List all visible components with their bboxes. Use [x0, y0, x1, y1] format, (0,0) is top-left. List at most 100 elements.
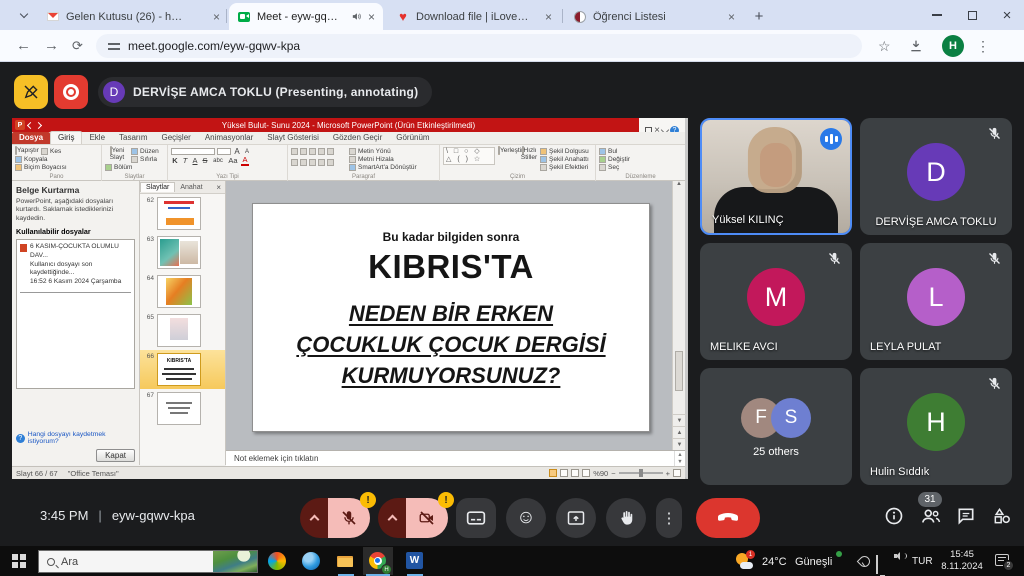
- window-minimize-button[interactable]: [920, 0, 954, 30]
- slide-thumbnail-row[interactable]: 65: [140, 311, 225, 350]
- ribbon-tab-gecisler[interactable]: Geçişler: [154, 132, 197, 144]
- ribbon-tab-dosya[interactable]: Dosya: [12, 132, 50, 144]
- recovery-file-list[interactable]: 6 KASIM-ÇOCUKTA OLUMLU DAV... Kullanıcı …: [16, 239, 135, 389]
- recording-button[interactable]: [54, 75, 88, 109]
- reload-button[interactable]: ⟳: [72, 36, 83, 56]
- change-case-button[interactable]: Aa: [227, 156, 239, 165]
- close-icon[interactable]: ×: [216, 183, 225, 192]
- shadow-button[interactable]: abc: [211, 158, 225, 164]
- cut-button[interactable]: Kes: [41, 147, 99, 155]
- back-button[interactable]: ←: [16, 36, 31, 56]
- notes-pane[interactable]: Not eklemek için tıklatın ▲▼: [226, 450, 685, 466]
- slide-thumbnail[interactable]: [157, 197, 201, 230]
- reset-button[interactable]: Sıfırla: [131, 155, 165, 163]
- slide-thumbnail-row[interactable]: 67: [140, 389, 225, 428]
- mic-options-button[interactable]: [300, 498, 328, 538]
- normal-view-button[interactable]: [549, 469, 557, 477]
- quick-styles-button[interactable]: Hızlı Stiller: [520, 147, 538, 161]
- zoom-in-button[interactable]: +: [666, 469, 670, 478]
- smartart-button[interactable]: SmartArt'a Dönüştür: [349, 163, 417, 171]
- close-icon[interactable]: ×: [545, 11, 552, 23]
- tile-melike-avci[interactable]: M MELIKE AVCI: [700, 243, 852, 360]
- tile-leyla-pulat[interactable]: L LEYLA PULAT: [860, 243, 1012, 360]
- font-color-button[interactable]: A: [241, 155, 249, 166]
- chrome-taskbar-button[interactable]: H: [363, 547, 393, 575]
- quick-access-toolbar[interactable]: P: [12, 120, 41, 130]
- redo-icon[interactable]: [35, 121, 42, 128]
- new-slide-button[interactable]: Yeni Slayt: [105, 147, 129, 161]
- site-settings-icon[interactable]: [108, 41, 120, 51]
- slide-scrollbar[interactable]: ▲ ▼ ▲ ▼: [672, 181, 685, 450]
- reading-view-button[interactable]: [571, 469, 579, 477]
- paste-button[interactable]: Yapıştır: [15, 147, 39, 154]
- search-highlight-image[interactable]: [213, 551, 257, 572]
- slide-thumbnail-row-selected[interactable]: 66 KIBRIS'TA: [140, 350, 225, 389]
- copilot-icon[interactable]: [268, 552, 286, 570]
- weather-temp[interactable]: 24°C: [762, 556, 787, 568]
- previous-slide-button[interactable]: ▲: [673, 426, 686, 438]
- section-button[interactable]: Bölüm: [105, 163, 165, 171]
- recovery-file-item[interactable]: 6 KASIM-ÇOCUKTA OLUMLU DAV... Kullanıcı …: [20, 243, 131, 286]
- end-call-button[interactable]: [696, 498, 760, 538]
- slide-sorter-view-button[interactable]: [560, 469, 568, 477]
- slide-thumbnail-row[interactable]: 63: [140, 233, 225, 272]
- shape-outline-button[interactable]: Şekil Anahattı: [540, 155, 589, 163]
- underline-button[interactable]: A: [191, 156, 199, 165]
- tile-dervise-amca-toklu[interactable]: D DERVİŞE AMCA TOKLU: [860, 118, 1012, 235]
- grow-font-icon[interactable]: A: [233, 147, 241, 156]
- language-indicator[interactable]: TUR: [912, 556, 933, 567]
- scroll-down-icon[interactable]: ▼: [673, 414, 686, 426]
- browser-menu-icon[interactable]: ⋮: [976, 36, 990, 56]
- close-icon[interactable]: ×: [728, 11, 735, 23]
- copy-button[interactable]: Kopyala: [15, 155, 99, 163]
- zoom-slider-thumb[interactable]: [639, 469, 643, 477]
- fit-to-window-button[interactable]: [673, 469, 681, 477]
- slide[interactable]: Bu kadar bilgiden sonra KIBRIS'TA NEDEN …: [252, 203, 650, 432]
- participants-button[interactable]: [920, 506, 942, 531]
- zoom-out-button[interactable]: −: [611, 469, 615, 478]
- scroll-up-icon[interactable]: ▲: [673, 181, 685, 187]
- ribbon-tab-gozden-gecir[interactable]: Gözden Geçir: [326, 132, 389, 144]
- slide-thumbnail-row[interactable]: 64: [140, 272, 225, 311]
- slide-thumbnail[interactable]: [157, 392, 201, 425]
- tab-ogrenci-listesi[interactable]: Öğrenci Listesi ×: [565, 3, 743, 30]
- slide-thumbnail[interactable]: KIBRIS'TA: [157, 353, 201, 386]
- tab-meet[interactable]: Meet - eyw-gqwv-kpa ×: [229, 3, 383, 30]
- window-restore-button[interactable]: [955, 0, 989, 30]
- next-slide-button[interactable]: ▼: [673, 438, 686, 450]
- notes-scrollbar[interactable]: ▲▼: [674, 451, 685, 466]
- meeting-details-button[interactable]: [884, 506, 904, 531]
- raise-hand-button[interactable]: [606, 498, 646, 538]
- undo-icon[interactable]: [27, 121, 34, 128]
- forward-button[interactable]: →: [44, 36, 59, 56]
- zoom-slider[interactable]: [619, 472, 663, 474]
- tab-gmail[interactable]: Gelen Kutusu (26) - hulin.siddik ×: [38, 3, 228, 30]
- camera-options-button[interactable]: [378, 498, 406, 538]
- browser-profile-avatar[interactable]: H: [942, 35, 964, 57]
- align-text-button[interactable]: Metni Hizala: [349, 155, 417, 163]
- window-close-button[interactable]: ×: [990, 0, 1024, 30]
- strikethrough-button[interactable]: S: [201, 156, 209, 165]
- word-icon[interactable]: W: [406, 552, 423, 569]
- reactions-button[interactable]: ☺: [506, 498, 546, 538]
- slide-thumbnail[interactable]: [157, 275, 201, 308]
- find-button[interactable]: Bul: [599, 147, 683, 155]
- select-button[interactable]: Seç: [599, 163, 683, 171]
- ribbon-tab-animasyonlar[interactable]: Animasyonlar: [198, 132, 260, 144]
- slide-thumbnail[interactable]: [157, 236, 201, 269]
- tile-25-others[interactable]: F S 25 others: [700, 368, 852, 485]
- shapes-gallery[interactable]: \ □ ○ ◇ △ ( ) ☆: [443, 147, 495, 165]
- taskbar-search[interactable]: Ara: [38, 550, 258, 573]
- tab-audio-icon[interactable]: [351, 10, 362, 23]
- shape-fill-button[interactable]: Şekil Dolgusu: [540, 147, 589, 155]
- ribbon-tab-gorunum[interactable]: Görünüm: [389, 132, 436, 144]
- chat-button[interactable]: [956, 506, 976, 531]
- downloads-icon[interactable]: [908, 38, 924, 54]
- ribbon-tab-slayt-gosterisi[interactable]: Slayt Gösterisi: [260, 132, 326, 144]
- slideshow-view-button[interactable]: [582, 469, 590, 477]
- font-name-box[interactable]: [171, 148, 215, 155]
- italic-button[interactable]: T: [181, 156, 189, 165]
- slide-thumbnail[interactable]: [157, 314, 201, 347]
- more-options-button[interactable]: ⋮: [656, 498, 682, 538]
- font-size-box[interactable]: [217, 148, 231, 155]
